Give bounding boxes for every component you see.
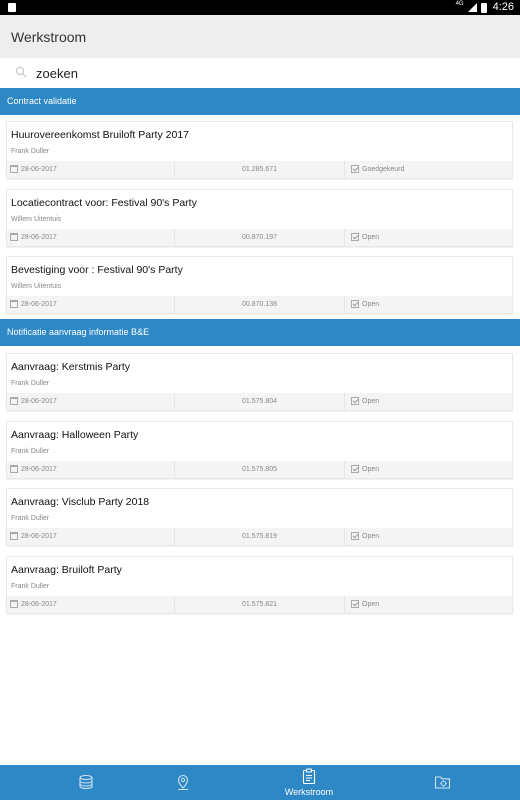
search-bar [0,58,520,88]
item-title: Aanvraag: Visclub Party 2018 [11,496,150,508]
signal-icon [467,3,477,12]
item-person: Willem Uitentuis [11,283,62,290]
item-person: Frank Duller [11,515,50,522]
check-icon [351,465,359,474]
item-status: Open [362,466,380,473]
item-person: Frank Duller [11,148,50,155]
list-item[interactable]: Locatiecontract voor: Festival 90's Part… [6,189,513,247]
nav-item-location[interactable] [118,765,248,800]
calendar-icon [10,465,18,474]
section-header-contract-validatie: Contract validatie [0,88,520,115]
item-number: 00.870.138 [241,301,278,308]
item-person: Frank Duller [11,583,50,590]
item-title: Locatiecontract voor: Festival 90's Part… [11,197,197,209]
item-status: Open [362,301,380,308]
item-person: Frank Duller [11,380,50,387]
check-icon [351,165,359,174]
check-icon [351,532,359,541]
list-item[interactable]: Aanvraag: Kerstmis Party Frank Duller 28… [6,353,513,411]
item-title: Aanvraag: Halloween Party [11,429,139,441]
item-number: 01.575.819 [241,533,278,540]
item-footer: 28-06-2017 01.575.821 Open [7,596,512,613]
item-status: Open [362,234,380,241]
item-date: 28-06-2017 [21,398,57,405]
battery-icon [480,2,487,13]
list-item[interactable]: Aanvraag: Visclub Party 2018 Frank Dulle… [6,488,513,546]
search-input[interactable] [36,63,496,83]
nav-item-werkstroom[interactable]: Werkstroom [244,765,374,800]
calendar-icon [10,233,18,242]
item-person: Frank Duller [11,448,50,455]
item-date: 28-06-2017 [21,234,57,241]
calendar-icon [10,165,18,174]
item-title: Aanvraag: Kerstmis Party [11,361,131,373]
item-status: Open [362,398,380,405]
nav-label-werkstroom: Werkstroom [284,787,334,797]
list-item[interactable]: Aanvraag: Halloween Party Frank Duller 2… [6,421,513,479]
sd-card-icon [8,3,16,12]
list-item[interactable]: Huurovereenkomst Bruiloft Party 2017 Fra… [6,121,513,179]
item-status: Goedgekeurd [362,166,405,173]
page-title: Werkstroom [11,29,87,45]
item-footer: 28-06-2017 01.575.805 Open [7,461,512,478]
location-pin-icon [177,774,189,790]
item-footer: 28-06-2017 01.575.804 Open [7,393,512,410]
check-icon [351,233,359,242]
nav-item-settings[interactable] [377,765,507,800]
status-time: 4:26 [492,1,514,13]
check-icon [351,300,359,309]
item-title: Huurovereenkomst Bruiloft Party 2017 [11,129,190,141]
item-status: Open [362,601,380,608]
item-date: 28-06-2017 [21,301,57,308]
item-date: 28-06-2017 [21,466,57,473]
item-date: 28-06-2017 [21,533,57,540]
item-title: Aanvraag: Bruiloft Party [11,564,122,576]
item-status: Open [362,533,380,540]
calendar-icon [10,300,18,309]
list-item[interactable]: Aanvraag: Bruiloft Party Frank Duller 28… [6,556,513,614]
item-number: 01.575.805 [241,466,278,473]
calendar-icon [10,397,18,406]
clipboard-icon [302,768,316,785]
calendar-icon [10,600,18,609]
app-bar: Werkstroom [0,15,520,58]
status-bar: 4G 4:26 [0,0,520,15]
item-date: 28-06-2017 [21,166,57,173]
bottom-navigation: Werkstroom [0,765,520,800]
item-number: 01.575.821 [241,601,278,608]
check-icon [351,397,359,406]
item-person: Willem Uitentuis [11,216,62,223]
search-icon [15,66,27,78]
item-title: Bevestiging voor : Festival 90's Party [11,264,183,276]
check-icon [351,600,359,609]
item-number: 01.575.804 [241,398,278,405]
item-footer: 28-06-2017 00.870.138 Open [7,296,512,313]
item-number: 00.870.197 [241,234,278,241]
list-item[interactable]: Bevestiging voor : Festival 90's Party W… [6,256,513,314]
database-icon [79,774,93,790]
item-footer: 28-06-2017 00.870.197 Open [7,229,512,246]
settings-folder-icon [434,776,451,789]
item-date: 28-06-2017 [21,601,57,608]
section-header-notificatie: Notificatie aanvraag informatie B&E [0,319,520,346]
item-number: 01.285.671 [241,166,278,173]
calendar-icon [10,532,18,541]
network-type: 4G [455,1,464,7]
item-footer: 28-06-2017 01.285.671 Goedgekeurd [7,161,512,178]
item-footer: 28-06-2017 01.575.819 Open [7,528,512,545]
